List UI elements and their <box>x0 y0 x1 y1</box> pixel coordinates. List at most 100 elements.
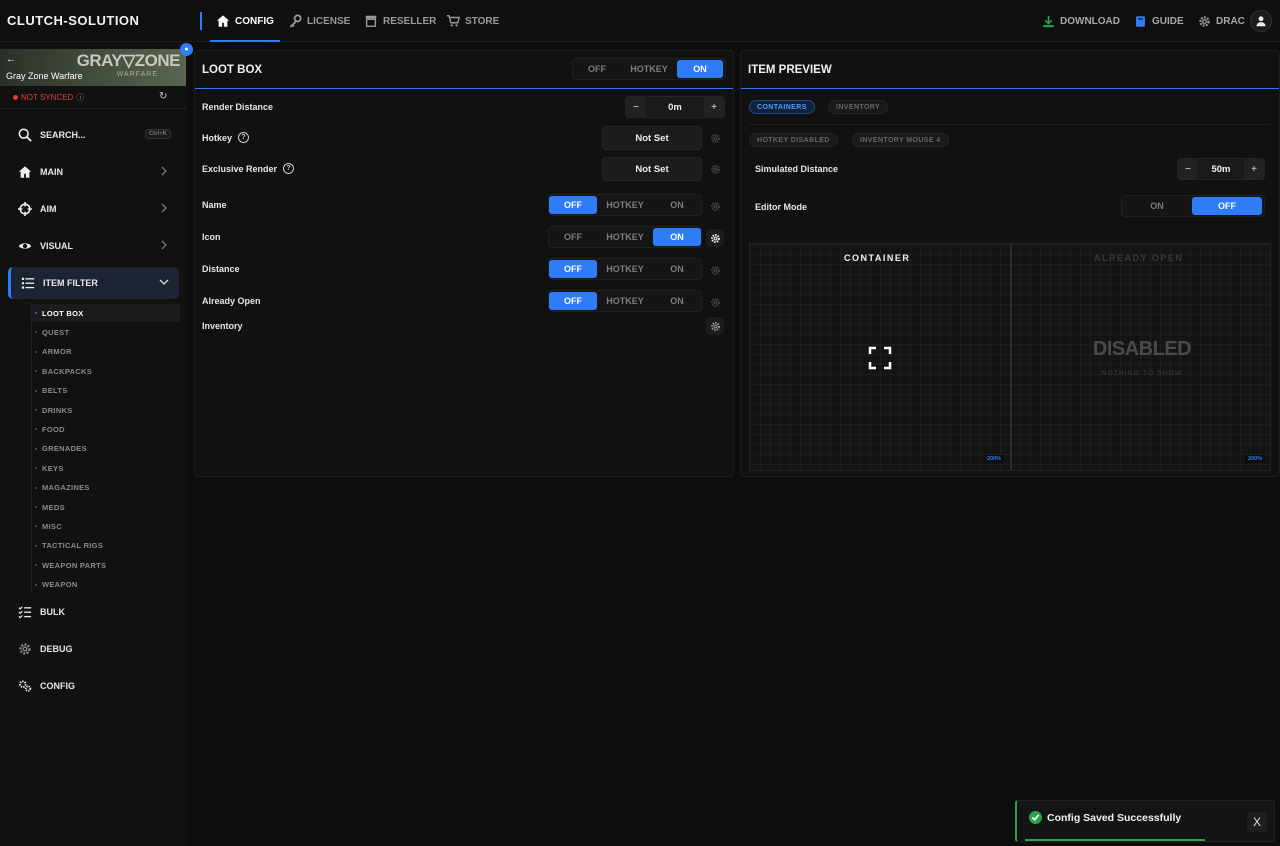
inventory-text: Inventory <box>202 321 243 331</box>
sidebar-subitem-loot-box[interactable]: LOOT BOX <box>30 304 180 322</box>
gear-icon[interactable] <box>706 229 724 247</box>
close-button[interactable]: X <box>1247 812 1267 832</box>
sidebar-subitem-food[interactable]: FOOD <box>30 420 180 438</box>
sidebar-subitem-misc[interactable]: MISC <box>30 517 180 535</box>
gear-icon[interactable] <box>706 197 724 215</box>
search-shortcut: Ctrl+K <box>144 129 171 139</box>
inventory-settings-gear-icon[interactable] <box>706 317 724 335</box>
name-option-off[interactable]: OFF <box>549 196 597 214</box>
icon-option-off[interactable]: OFF <box>549 228 597 246</box>
tab-inventory[interactable]: INVENTORY <box>828 100 889 114</box>
back-arrow-icon[interactable]: ← <box>6 54 16 65</box>
already-open-option-off[interactable]: OFF <box>549 292 597 310</box>
sidebar-item-label: MAIN <box>40 167 63 177</box>
tab-config[interactable]: CONFIG <box>210 0 280 42</box>
already-open-option-on[interactable]: ON <box>653 292 701 310</box>
editor-mode-on[interactable]: ON <box>1122 197 1192 215</box>
help-icon[interactable]: ? <box>283 163 295 174</box>
sidebar-subitem-weapon-parts[interactable]: WEAPON PARTS <box>30 556 180 574</box>
icon-option-hotkey[interactable]: HOTKEY <box>597 228 653 246</box>
avatar[interactable] <box>1250 10 1272 32</box>
sidebar-subitem-armor[interactable]: ARMOR <box>30 343 180 361</box>
username-label: DRAC <box>1216 15 1245 27</box>
mode-off[interactable]: OFF <box>573 60 621 78</box>
user-settings-link[interactable]: DRAC <box>1198 0 1245 42</box>
editor-mode-toggle[interactable]: ON OFF <box>1121 195 1265 217</box>
sidebar-item-debug[interactable]: DEBUG <box>8 633 179 665</box>
name-toggle[interactable]: OFF HOTKEY ON <box>548 194 702 216</box>
already-open-option-hotkey[interactable]: HOTKEY <box>597 292 653 310</box>
game-banner[interactable]: ← GRAY▽ZONE WARFARE Gray Zone Warfare <box>0 49 186 86</box>
pin-icon[interactable]: ● <box>180 43 193 56</box>
distance-option-off[interactable]: OFF <box>549 260 597 278</box>
sidebar-item-label: DEBUG <box>40 644 73 654</box>
gear-icon[interactable] <box>706 160 724 178</box>
sidebar-subitem-backpacks[interactable]: BACKPACKS <box>30 362 180 380</box>
name-option-on[interactable]: ON <box>653 196 701 214</box>
loot-box-mode-toggle[interactable]: OFF HOTKEY ON <box>572 58 726 80</box>
editor-mode-off[interactable]: OFF <box>1192 197 1262 215</box>
top-bar: CLUTCH-SOLUTION CONFIG LICENSE RESELLER … <box>0 0 1280 42</box>
gears-icon <box>19 680 32 692</box>
distance-text: Distance <box>202 264 240 274</box>
distance-option-on[interactable]: ON <box>653 260 701 278</box>
increment-button[interactable]: + <box>1244 159 1264 179</box>
sidebar-item-main[interactable]: MAIN <box>8 156 179 188</box>
crosshair-icon <box>18 202 32 216</box>
tab-config-label: CONFIG <box>235 15 274 27</box>
sidebar-item-label: ITEM FILTER <box>43 278 98 288</box>
mode-on[interactable]: ON <box>677 60 723 78</box>
sidebar-subitem-keys[interactable]: KEYS <box>30 459 180 477</box>
tab-reseller[interactable]: RESELLER <box>364 0 436 42</box>
refresh-icon[interactable]: ↻ <box>159 91 167 102</box>
sidebar-item-config[interactable]: CONFIG <box>8 670 179 702</box>
icon-row-label: Icon <box>202 232 221 242</box>
check-circle-icon <box>1029 811 1042 824</box>
distance-option-hotkey[interactable]: HOTKEY <box>597 260 653 278</box>
guide-link[interactable]: GUIDE <box>1134 0 1184 42</box>
exclusive-render-text: Exclusive Render <box>202 163 278 174</box>
icon-option-on[interactable]: ON <box>653 228 701 246</box>
sidebar-subitem-quest[interactable]: QUEST <box>30 323 180 341</box>
exclusive-render-bind-button[interactable]: Not Set <box>602 157 702 181</box>
game-name: Gray Zone Warfare <box>6 71 83 81</box>
sidebar-subitem-tactical-rigs[interactable]: TACTICAL RIGS <box>30 537 180 555</box>
eye-icon <box>18 243 32 249</box>
chevron-down-icon <box>159 279 169 285</box>
gear-icon[interactable] <box>706 129 724 147</box>
zoom-indicator: 200% <box>984 455 1005 463</box>
increment-button[interactable]: + <box>704 97 724 117</box>
toast-message: Config Saved Successfully <box>1047 812 1182 824</box>
sidebar-item-visual[interactable]: VISUAL <box>8 230 179 262</box>
decrement-button[interactable]: − <box>626 97 646 117</box>
container-frame-icon[interactable] <box>868 346 892 370</box>
name-option-hotkey[interactable]: HOTKEY <box>597 196 653 214</box>
sidebar-subitem-belts[interactable]: BELTS <box>30 382 180 400</box>
sidebar-item-bulk[interactable]: BULK <box>8 596 179 628</box>
download-link[interactable]: DOWNLOAD <box>1042 0 1120 42</box>
sidebar-item-label: VISUAL <box>40 241 74 251</box>
sidebar-item-aim[interactable]: AIM <box>8 193 179 225</box>
gear-icon[interactable] <box>706 293 724 311</box>
tab-containers[interactable]: CONTAINERS <box>749 100 815 114</box>
mode-hotkey[interactable]: HOTKEY <box>621 60 677 78</box>
help-icon[interactable]: ? <box>238 132 250 143</box>
distance-toggle[interactable]: OFF HOTKEY ON <box>548 258 702 280</box>
tab-license[interactable]: LICENSE <box>288 0 350 42</box>
sidebar-subitem-meds[interactable]: MEDS <box>30 498 180 516</box>
sidebar-subitem-magazines[interactable]: MAGAZINES <box>30 479 180 497</box>
render-distance-stepper[interactable]: − 0m + <box>625 96 725 118</box>
sidebar-item-item-filter[interactable]: ITEM FILTER <box>8 267 179 299</box>
sidebar-subitem-drinks[interactable]: DRINKS <box>30 401 180 419</box>
gear-icon[interactable] <box>706 261 724 279</box>
sidebar-subitem-grenades[interactable]: GRENADES <box>30 440 180 458</box>
decrement-button[interactable]: − <box>1178 159 1198 179</box>
simulated-distance-stepper[interactable]: − 50m + <box>1177 158 1265 180</box>
tab-store[interactable]: STORE <box>446 0 499 42</box>
sidebar-subitem-weapon[interactable]: WEAPON <box>30 576 180 594</box>
sync-status-label: NOT SYNCED <box>21 93 74 102</box>
hotkey-bind-button[interactable]: Not Set <box>602 126 702 150</box>
already-open-toggle[interactable]: OFF HOTKEY ON <box>548 290 702 312</box>
icon-toggle[interactable]: OFF HOTKEY ON <box>548 226 702 248</box>
search-button[interactable]: SEARCH... Ctrl+K <box>8 119 179 151</box>
